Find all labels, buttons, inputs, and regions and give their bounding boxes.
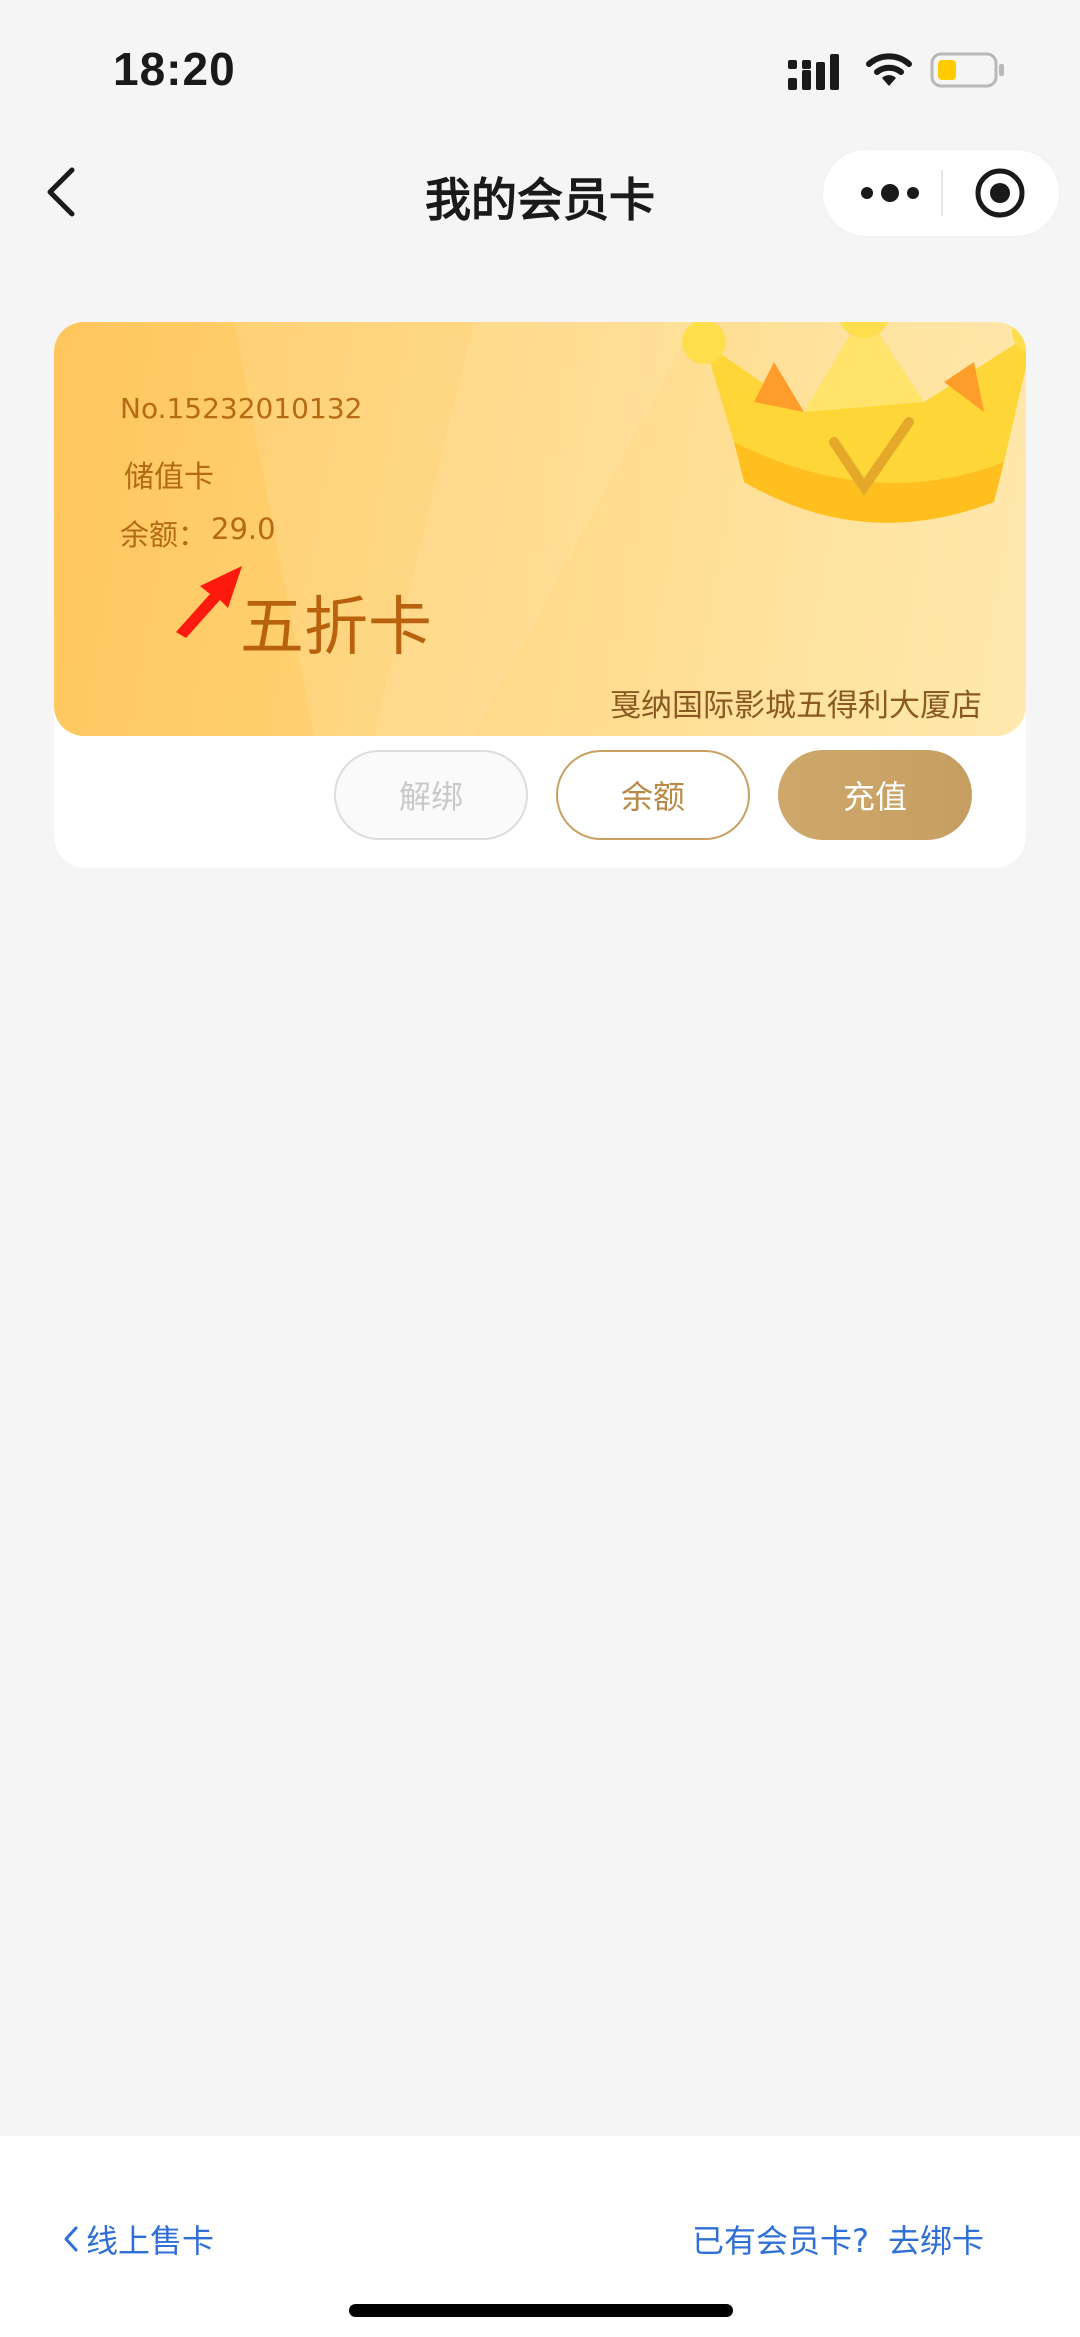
nav-bar: 我的会员卡 [0, 140, 1080, 250]
balance-label: 余额： [120, 518, 208, 552]
sell-cards-label: 线上售卡 [86, 2222, 215, 2260]
go-bind-link[interactable]: 去绑卡 [888, 2216, 984, 2262]
have-card-text: 已有会员卡? [692, 2222, 869, 2260]
membership-card-panel: No.15232010132 储值卡 余额： 29.0 五折卡 戛纳国际影城五得… [54, 322, 1026, 868]
red-arrow-annotation-icon [176, 566, 242, 638]
more-dots-icon[interactable] [855, 170, 925, 216]
capsule-divider [941, 170, 943, 216]
battery-icon [930, 52, 1004, 88]
unbind-button[interactable]: 解绑 [334, 750, 528, 840]
status-bar: 18:20 [0, 0, 1080, 140]
chevron-left-small-icon [64, 2226, 78, 2252]
bottom-bar: 线上售卡 已有会员卡? 去绑卡 [0, 2136, 1080, 2337]
store-name: 戛纳国际影城五得利大厦店 [610, 688, 982, 724]
card-type: 储值卡 [124, 460, 214, 495]
close-target-icon[interactable] [973, 166, 1027, 220]
card-number: No.15232010132 [120, 392, 363, 425]
membership-card[interactable]: No.15232010132 储值卡 余额： 29.0 五折卡 戛纳国际影城五得… [54, 322, 1026, 736]
home-indicator [349, 2304, 733, 2317]
wifi-icon [866, 53, 912, 86]
mini-program-capsule [823, 150, 1059, 236]
cellular-signal-icon [788, 54, 839, 90]
balance-button[interactable]: 余额 [556, 750, 750, 840]
recharge-button[interactable]: 充值 [778, 750, 972, 840]
discount-annotation: 五折卡 [240, 591, 432, 665]
status-time: 18:20 [113, 43, 236, 95]
balance-value: 29.0 [211, 512, 276, 546]
crown-icon [682, 322, 1026, 523]
sell-cards-link[interactable]: 线上售卡 [62, 2216, 214, 2262]
